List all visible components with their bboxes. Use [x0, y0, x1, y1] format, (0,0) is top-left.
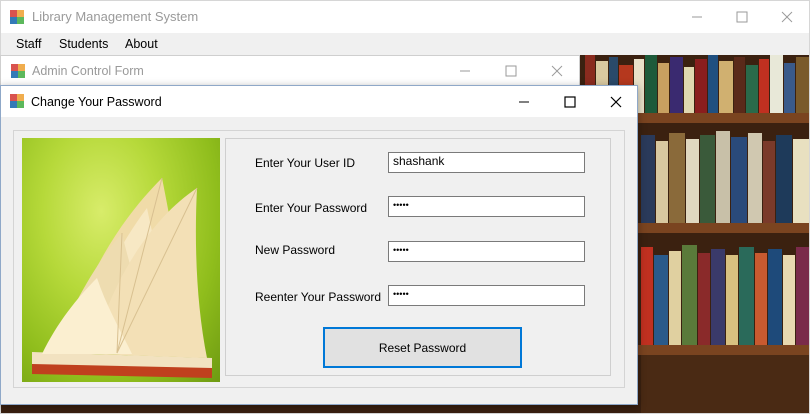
- close-icon: [551, 65, 563, 77]
- menubar: Staff Students About: [1, 33, 809, 55]
- menu-students[interactable]: Students: [59, 37, 108, 51]
- maximize-icon: [505, 65, 517, 77]
- app-icon: [11, 64, 25, 78]
- fields-group: Enter Your User ID shashank Enter Your P…: [225, 138, 611, 376]
- dialog-minimize-button[interactable]: [501, 86, 547, 117]
- admin-maximize-button[interactable]: [488, 56, 534, 86]
- admin-minimize-button[interactable]: [442, 56, 488, 86]
- dialog-maximize-button[interactable]: [547, 86, 593, 117]
- main-minimize-button[interactable]: [674, 1, 720, 33]
- new-password-input[interactable]: •••••: [388, 241, 585, 262]
- open-book-image: [22, 138, 220, 382]
- current-password-label: Enter Your Password: [255, 201, 368, 215]
- dialog-title: Change Your Password: [31, 95, 162, 109]
- dialog-close-button[interactable]: [593, 86, 639, 117]
- app-icon: [10, 94, 24, 108]
- user-id-label: Enter Your User ID: [255, 156, 356, 170]
- reenter-password-label: Reenter Your Password: [255, 290, 382, 304]
- main-window-title: Library Management System: [32, 9, 199, 24]
- minimize-icon: [460, 70, 470, 72]
- main-titlebar[interactable]: Library Management System: [1, 1, 809, 33]
- form-panel: Enter Your User ID shashank Enter Your P…: [13, 130, 625, 388]
- current-password-input[interactable]: •••••: [388, 196, 585, 217]
- main-maximize-button[interactable]: [719, 1, 765, 33]
- app-icon: [10, 10, 24, 24]
- main-close-button[interactable]: [764, 1, 810, 33]
- book-illustration: [32, 177, 212, 378]
- close-icon: [610, 96, 622, 107]
- minimize-icon: [519, 101, 529, 102]
- minimize-icon: [692, 16, 702, 18]
- maximize-icon: [564, 95, 576, 108]
- menu-about[interactable]: About: [125, 37, 158, 51]
- reenter-password-input[interactable]: •••••: [388, 285, 585, 306]
- dialog-titlebar[interactable]: Change Your Password: [1, 86, 637, 117]
- change-password-window: Change Your Password Enter Your User ID …: [0, 85, 638, 405]
- menu-staff[interactable]: Staff: [16, 37, 41, 51]
- maximize-icon: [736, 11, 748, 23]
- admin-titlebar[interactable]: Admin Control Form: [1, 56, 579, 86]
- admin-window-title: Admin Control Form: [32, 64, 144, 78]
- close-icon: [781, 11, 793, 23]
- reset-password-button[interactable]: Reset Password: [323, 327, 522, 368]
- admin-close-button[interactable]: [534, 56, 580, 86]
- user-id-input[interactable]: shashank: [388, 152, 585, 173]
- new-password-label: New Password: [255, 243, 336, 257]
